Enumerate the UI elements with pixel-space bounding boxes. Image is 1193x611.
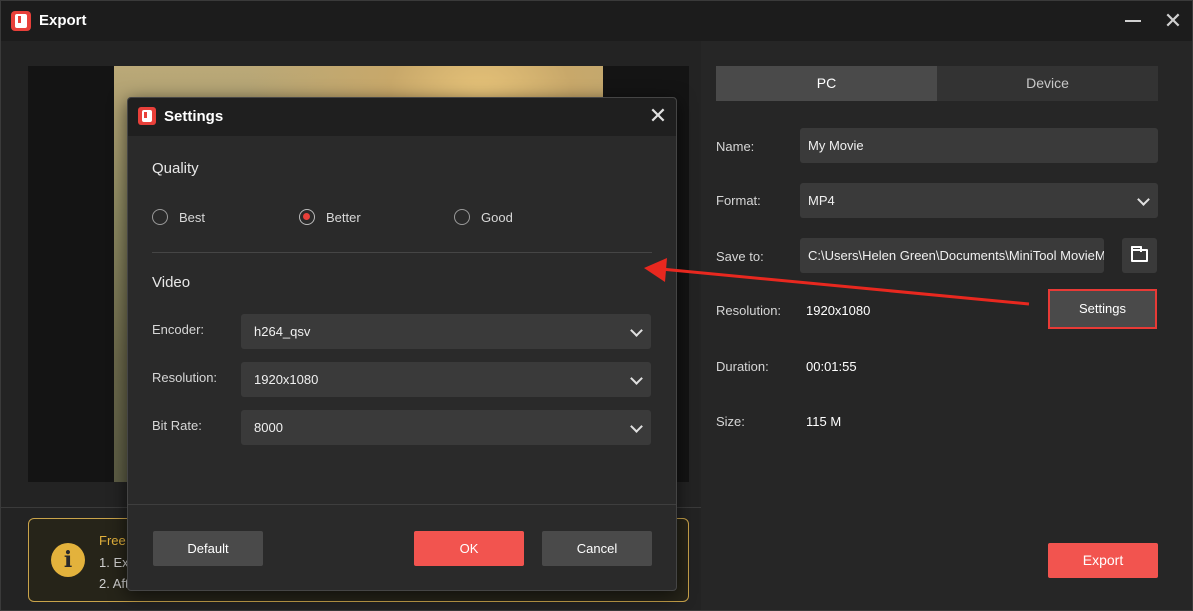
name-label: Name:: [716, 139, 755, 154]
info-line: 1. Ex: [99, 555, 129, 570]
chevron-down-icon: [630, 420, 643, 433]
dialog-header: Settings ✕: [128, 98, 676, 136]
encoder-value: h264_qsv: [254, 324, 311, 339]
info-line: 2. Aft: [99, 576, 129, 591]
close-icon[interactable]: ✕: [1161, 9, 1185, 33]
ok-button[interactable]: OK: [414, 531, 524, 566]
title-bar: Export ✕: [1, 1, 1192, 41]
resolution-label: Resolution:: [152, 370, 218, 385]
resolution-label: Resolution:: [716, 303, 782, 318]
name-field[interactable]: My Movie: [800, 128, 1158, 163]
duration-value: 00:01:55: [806, 359, 857, 374]
chevron-down-icon: [630, 372, 643, 385]
bitrate-select[interactable]: 8000: [241, 410, 651, 445]
resolution-value: 1920x1080: [254, 372, 319, 387]
export-settings-panel: PC Device Name: My Movie Format: MP4 Sav…: [701, 41, 1192, 610]
radio-unchecked-icon[interactable]: [152, 209, 168, 225]
radio-unchecked-icon[interactable]: [454, 209, 470, 225]
duration-label: Duration:: [716, 359, 769, 374]
tab-pc[interactable]: PC: [716, 66, 937, 101]
bitrate-value: 8000: [254, 420, 283, 435]
export-window: Export ✕ i Free 1. Ex 2. Aft PC Device N…: [0, 0, 1193, 611]
info-title: Free: [99, 533, 126, 548]
save-to-label: Save to:: [716, 249, 764, 264]
settings-dialog: Settings ✕ Quality Best Better Good Vide…: [127, 97, 677, 591]
minimize-icon[interactable]: [1125, 20, 1141, 22]
encoder-select[interactable]: h264_qsv: [241, 314, 651, 349]
size-label: Size:: [716, 414, 745, 429]
radio-label: Good: [481, 210, 513, 225]
window-title: Export: [39, 12, 87, 29]
tab-device[interactable]: Device: [937, 66, 1158, 101]
divider: [152, 252, 652, 253]
radio-checked-icon[interactable]: [299, 209, 315, 225]
encoder-label: Encoder:: [152, 322, 205, 337]
settings-button[interactable]: Settings: [1048, 289, 1157, 329]
save-path-field[interactable]: C:\Users\Helen Green\Documents\MiniTool …: [800, 238, 1104, 273]
app-logo-icon: [138, 107, 156, 125]
format-select[interactable]: MP4: [800, 183, 1158, 218]
video-section-title: Video: [152, 274, 191, 291]
close-icon[interactable]: ✕: [646, 104, 670, 128]
format-label: Format:: [716, 193, 761, 208]
bitrate-label: Bit Rate:: [152, 418, 202, 433]
radio-label: Better: [326, 210, 361, 225]
divider: [128, 504, 676, 505]
info-icon: i: [51, 543, 85, 577]
app-logo-icon: [11, 11, 31, 31]
folder-icon: [1131, 246, 1148, 262]
size-value: 115 M: [806, 414, 842, 429]
chevron-down-icon: [1137, 193, 1150, 206]
resolution-select[interactable]: 1920x1080: [241, 362, 651, 397]
format-value: MP4: [808, 193, 835, 208]
dialog-title: Settings: [164, 108, 224, 125]
browse-folder-button[interactable]: [1122, 238, 1157, 273]
quality-section-title: Quality: [152, 160, 199, 177]
cancel-button[interactable]: Cancel: [542, 531, 652, 566]
resolution-value: 1920x1080: [806, 303, 871, 318]
default-button[interactable]: Default: [153, 531, 263, 566]
chevron-down-icon: [630, 324, 643, 337]
radio-label: Best: [179, 210, 206, 225]
export-button[interactable]: Export: [1048, 543, 1158, 578]
